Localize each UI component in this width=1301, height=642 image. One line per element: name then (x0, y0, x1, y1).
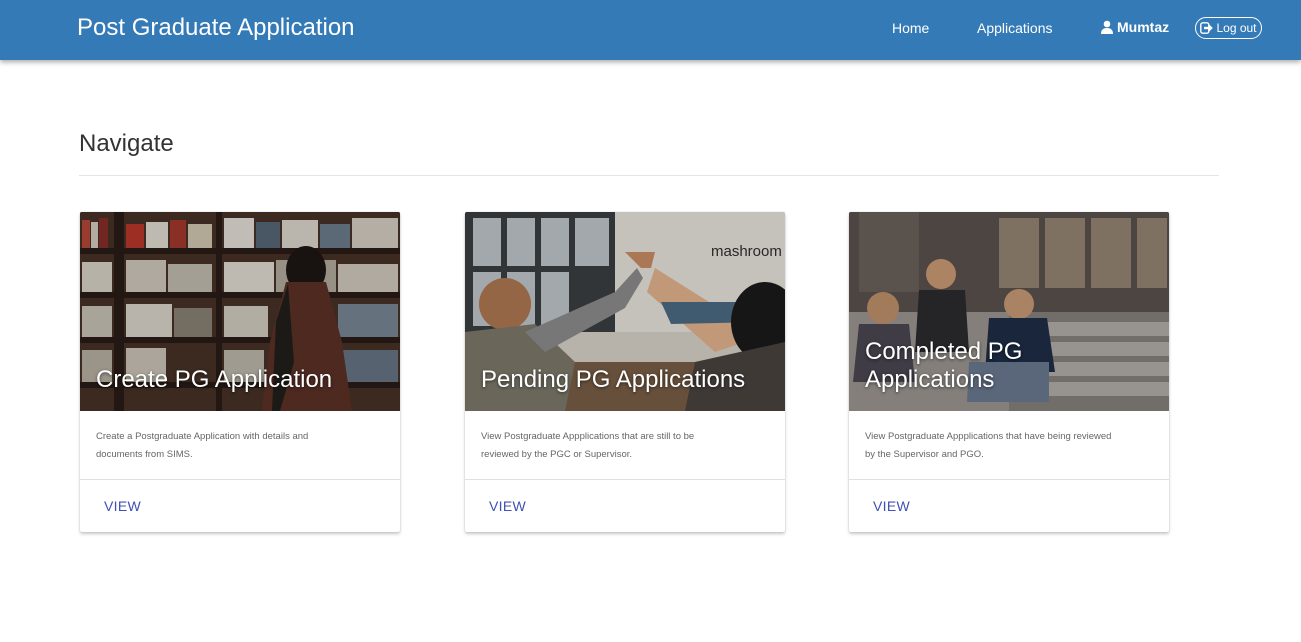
page-title: Navigate (79, 130, 174, 157)
user-menu[interactable]: Mumtaz (1100, 19, 1169, 35)
card-create-application: Create PG Application Create a Postgradu… (80, 212, 400, 532)
students-on-steps-photo: Completed PG Applications (849, 212, 1169, 411)
logout-icon (1200, 22, 1214, 34)
header-divider (79, 175, 1219, 176)
card-action-bar: VIEW (80, 479, 400, 532)
card-description: Create a Postgraduate Application with d… (96, 431, 309, 460)
logout-label: Log out (1216, 21, 1257, 35)
card-description: View Postgraduate Appplications that hav… (865, 431, 1112, 460)
card-completed-applications: Completed PG Applications View Postgradu… (849, 212, 1169, 532)
nav-home-link[interactable]: Home (892, 20, 929, 36)
team-high-five-photo: mashroom Pending PG Applications (465, 212, 785, 411)
card-action-bar: VIEW (465, 479, 785, 532)
card-description: View Postgraduate Appplications that are… (481, 431, 695, 460)
view-completed-link[interactable]: VIEW (873, 498, 910, 514)
nav-applications-link[interactable]: Applications (977, 20, 1053, 36)
card-pending-applications: mashroom Pending PG Applications View Po… (465, 212, 785, 532)
view-pending-link[interactable]: VIEW (489, 498, 526, 514)
logout-button[interactable]: Log out (1195, 17, 1262, 39)
card-title: Create PG Application (96, 366, 333, 393)
view-create-link[interactable]: VIEW (104, 498, 141, 514)
user-name: Mumtaz (1117, 19, 1170, 35)
top-navbar: Post Graduate Application Home Applicati… (0, 0, 1301, 60)
card-action-bar: VIEW (849, 479, 1169, 532)
card-title: Pending PG Applications (481, 366, 746, 393)
library-bookshelf-photo: Create PG Application (80, 212, 400, 411)
card-title: Completed PG Applications (865, 338, 1023, 393)
user-icon (1100, 20, 1114, 34)
brand-title[interactable]: Post Graduate Application (77, 14, 355, 42)
